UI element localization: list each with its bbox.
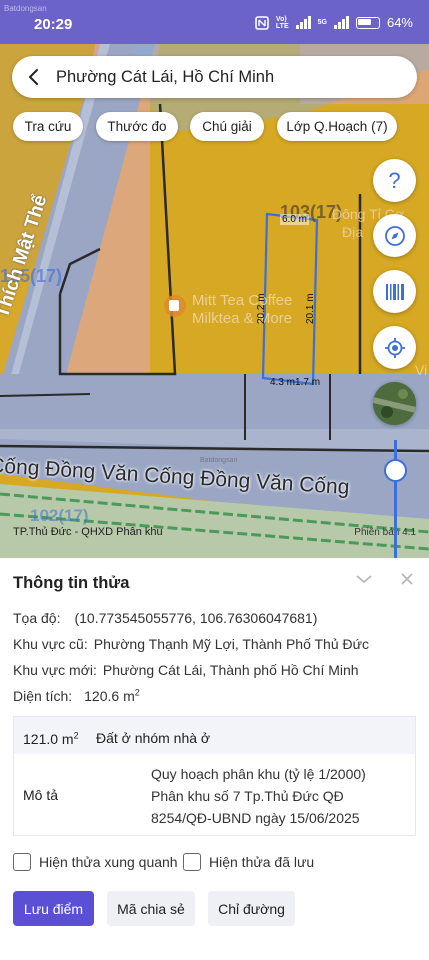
chip-lop-quy-hoach[interactable]: Lớp Q.Hoạch (7) [277,112,397,141]
old-area-line: Khu vực cũ: Phường Thạnh Mỹ Lợi, Thành Ph… [13,636,369,652]
signal-icon [295,16,311,29]
poi-cup-icon [164,295,186,317]
show-neighbors-checkbox[interactable]: Hiện thửa xung quanh [13,853,178,871]
dim-right: 20.1 m [305,293,316,324]
checkbox-box[interactable] [183,853,201,871]
directions-button[interactable]: Chỉ đường [208,891,295,926]
network-label: Vo) LTE [275,15,289,30]
dim-left: 20.2 m [256,293,267,324]
barcode-icon [385,283,404,300]
compass-icon [384,225,405,246]
chip-chu-giai[interactable]: Chú giải [190,112,264,141]
description-text: Quy hoạch phân khu (tỷ lệ 1/2000) Phân k… [151,766,366,826]
coordinates-value: (10.773545055776, 106.76306047681) [74,610,318,626]
status-time: 20:29 [34,16,73,33]
close-button[interactable] [400,572,414,591]
panel-title: Thông tin thửa [13,574,130,592]
show-saved-label: Hiện thửa đã lưu [209,854,315,870]
planning-table: 121.0 m2 Đất ở nhóm nhà ở Mô tả Quy hoạc… [13,716,416,836]
parcel-label-102: 102(17) [30,506,89,525]
planning-area: 121.0 m2 [23,730,79,747]
land-area-line: Diện tích: 120.6 m2 [13,688,140,704]
show-saved-checkbox[interactable]: Hiện thửa đã lưu [183,853,314,871]
land-area-value: 120.6 m [84,688,135,704]
back-button[interactable] [12,56,56,98]
battery-level: 64% [386,15,413,30]
new-area-line: Khu vực mới: Phường Cát Lái, Thành phố Hồ… [13,662,359,678]
locate-icon [384,337,405,358]
coordinates-label: Tọa độ: [13,610,61,626]
old-area-label: Khu vực cũ: [13,636,88,652]
back-arrow-icon [29,69,38,85]
status-watermark: Batdongsan [4,4,47,13]
planning-land-type: Đất ở nhóm nhà ở [96,730,211,746]
zoom-slider-track[interactable] [394,440,397,558]
save-point-button[interactable]: Lưu điểm [13,891,94,926]
show-neighbors-label: Hiện thửa xung quanh [39,854,178,870]
help-button[interactable]: ? [373,159,416,202]
help-icon: ? [388,167,401,193]
chevron-down-icon [356,575,372,584]
barcode-button[interactable] [373,270,416,313]
signal-2-icon [333,16,349,29]
location-title: Phường Cát Lái, Hồ Chí Minh [56,67,275,86]
old-area-value: Phường Thạnh Mỹ Lợi, Thành Phố Thủ Đức [93,636,370,652]
share-code-button[interactable]: Mã chia sẻ [107,891,195,926]
compass-button[interactable] [373,214,416,257]
land-area-label: Diện tích: [13,688,73,704]
close-icon [401,573,413,585]
land-area-unit-sup: 2 [134,687,140,698]
planning-row-area: 121.0 m2 Đất ở nhóm nhà ở [14,717,415,754]
collapse-button[interactable] [355,572,373,591]
poi-name: Mitt Tea Coffee [192,292,293,309]
dim-bottom: 4.3 m1.7 m [270,377,321,388]
locate-button[interactable] [373,326,416,369]
map-version: Phiên bản 4.1 [354,527,416,538]
dim-top: 6.0 m [280,214,310,225]
coordinates-line: Tọa độ: (10.773545055776, 106.76306047681… [13,610,317,626]
poi-sub: Milktea & More [192,310,293,327]
satellite-layer-icon [373,382,416,425]
satellite-layer-button[interactable] [373,382,416,425]
chip-tra-cuu[interactable]: Tra cứu [13,112,83,141]
poi-right-3: Vi [415,362,428,378]
checkbox-box[interactable] [13,853,31,871]
zoom-slider-knob[interactable] [384,459,407,482]
description-label: Mô tả [23,787,59,803]
battery-icon [355,16,380,29]
poi-right-2: Địa [342,224,364,240]
map-layer-name: TP.Thủ Đức - QHXD Phân khu [13,526,163,538]
status-bar: Batdongsan 20:29 Vo) LTE 5G 64% [0,0,429,44]
map-watermark: Batdongsan [200,457,238,464]
search-bar[interactable]: Phường Cát Lái, Hồ Chí Minh [12,56,417,98]
status-icons: Vo) LTE 5G 64% [255,15,413,30]
new-area-label: Khu vực mới: [13,662,97,678]
new-area-value: Phường Cát Lái, Thành phố Hồ Chí Minh [102,662,359,678]
nfc-icon [255,15,269,30]
network-5g-label: 5G [317,19,327,26]
chip-thuoc-do[interactable]: Thước đo [96,112,178,141]
